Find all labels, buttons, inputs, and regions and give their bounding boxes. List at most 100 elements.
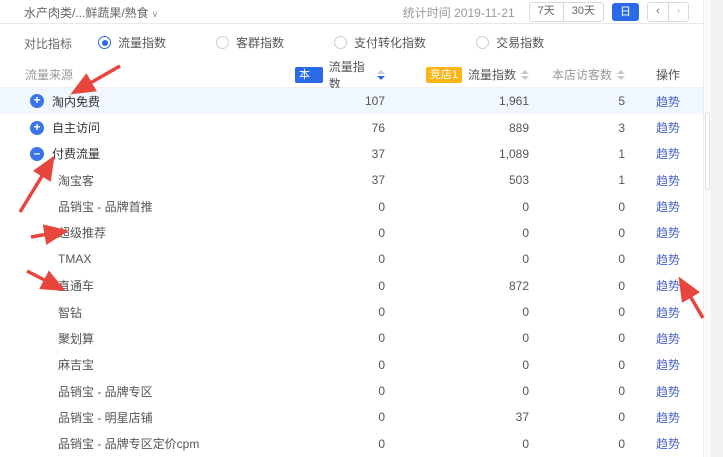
trend-link[interactable]: 趋势 [656, 224, 680, 241]
table-header: 流量来源 本店 流量指数 竞店1 流量指数 本店访客数 操作 [0, 62, 711, 88]
own-index-cell: 76 [295, 121, 385, 135]
visitors-cell: 0 [529, 331, 625, 345]
table-row: 麻吉宝000趋势 [0, 352, 711, 378]
own-index-cell: 0 [295, 252, 385, 266]
own-index-cell: 0 [295, 358, 385, 372]
operation-cell: 趋势 [625, 198, 711, 215]
compare-options: 流量指数 客群指数 支付转化指数 交易指数 [98, 34, 594, 52]
prev-day-button[interactable]: ‹ [648, 3, 668, 21]
table-row: TMAX000趋势 [0, 246, 711, 272]
compare-option-label: 交易指数 [496, 34, 544, 51]
trend-link[interactable]: 趋势 [656, 93, 680, 110]
operation-cell: 趋势 [625, 172, 711, 189]
compare-option-1[interactable]: 客群指数 [216, 34, 284, 51]
table-row: 直通车08720趋势 [0, 273, 711, 299]
compare-option-label: 客群指数 [236, 34, 284, 51]
category-label: 水产肉类/...鲜蔬果/熟食 [24, 6, 149, 20]
source-cell: 智钻 [0, 304, 295, 321]
table-row: +自主访问768893趋势 [0, 114, 711, 140]
operation-cell: 趋势 [625, 383, 711, 400]
source-label: TMAX [58, 252, 91, 266]
visitors-cell: 0 [529, 437, 625, 451]
trend-link[interactable]: 趋势 [656, 304, 680, 321]
own-index-cell: 0 [295, 279, 385, 293]
source-label: 麻吉宝 [58, 356, 94, 373]
compare-option-label: 支付转化指数 [354, 34, 426, 51]
sort-own-index[interactable] [377, 70, 385, 80]
visitors-cell: 0 [529, 410, 625, 424]
source-cell: +自主访问 [0, 119, 295, 136]
operation-cell: 趋势 [625, 93, 711, 110]
table-row: 品销宝 - 品牌首推000趋势 [0, 193, 711, 219]
trend-link[interactable]: 趋势 [656, 356, 680, 373]
source-label: 品销宝 - 品牌专区定价cpm [58, 435, 199, 452]
trend-link[interactable]: 趋势 [656, 251, 680, 268]
range-day-button[interactable]: 日 [612, 3, 639, 21]
range-30d-button[interactable]: 30天 [563, 3, 603, 21]
topbar: 水产肉类/...鲜蔬果/熟食∨ 统计时间 2019-11-21 7天 30天 日… [0, 0, 711, 24]
visitors-cell: 1 [529, 173, 625, 187]
comp-index-cell: 0 [385, 331, 529, 345]
expand-icon[interactable]: + [30, 121, 44, 135]
collapse-icon[interactable]: – [30, 147, 44, 161]
own-index-cell: 37 [295, 173, 385, 187]
source-cell: 聚划算 [0, 330, 295, 347]
table-row: –付费流量371,0891趋势 [0, 141, 711, 167]
sort-comp-index[interactable] [521, 70, 529, 80]
column-header-visitors: 本店访客数 [529, 66, 625, 83]
comp-index-label: 流量指数 [468, 66, 516, 83]
own-index-cell: 0 [295, 226, 385, 240]
source-cell: TMAX [0, 252, 295, 266]
trend-link[interactable]: 趋势 [656, 172, 680, 189]
operation-cell: 趋势 [625, 330, 711, 347]
radio-icon [98, 36, 111, 49]
operation-cell: 趋势 [625, 277, 711, 294]
operation-cell: 趋势 [625, 145, 711, 162]
range-7d-button[interactable]: 7天 [530, 3, 563, 21]
table-row: 品销宝 - 明星店铺0370趋势 [0, 404, 711, 430]
category-selector[interactable]: 水产肉类/...鲜蔬果/熟食∨ [24, 4, 158, 21]
range-button-group: 7天 30天 [529, 2, 604, 22]
trend-link[interactable]: 趋势 [656, 435, 680, 452]
table-row: 品销宝 - 品牌专区000趋势 [0, 378, 711, 404]
date-controls: 统计时间 2019-11-21 7天 30天 日 ‹ › [403, 2, 697, 22]
table-row: 聚划算000趋势 [0, 325, 711, 351]
source-cell: 超级推荐 [0, 224, 295, 241]
source-label: 淘宝客 [58, 172, 94, 189]
source-label: 智钻 [58, 304, 82, 321]
comp-index-cell: 0 [385, 437, 529, 451]
trend-link[interactable]: 趋势 [656, 198, 680, 215]
compare-option-3[interactable]: 交易指数 [476, 34, 544, 51]
compare-option-2[interactable]: 支付转化指数 [334, 34, 426, 51]
trend-link[interactable]: 趋势 [656, 383, 680, 400]
radio-icon [476, 36, 489, 49]
source-cell: 直通车 [0, 277, 295, 294]
trend-link[interactable]: 趋势 [656, 409, 680, 426]
column-header-comp-index: 竞店1 流量指数 [385, 66, 529, 83]
next-day-button[interactable]: › [668, 3, 688, 21]
source-label: 品销宝 - 品牌专区 [58, 383, 153, 400]
trend-link[interactable]: 趋势 [656, 330, 680, 347]
own-index-cell: 107 [295, 94, 385, 108]
scrollbar-thumb[interactable] [705, 112, 710, 190]
source-cell: +淘内免费 [0, 93, 295, 110]
compare-option-0[interactable]: 流量指数 [98, 34, 166, 51]
comp-index-cell: 0 [385, 358, 529, 372]
radio-icon [334, 36, 347, 49]
compare-indicator-row: 对比指标 流量指数客群指数支付转化指数交易指数 [0, 24, 723, 62]
comp-index-cell: 503 [385, 173, 529, 187]
operation-cell: 趋势 [625, 224, 711, 241]
trend-link[interactable]: 趋势 [656, 119, 680, 136]
trend-link[interactable]: 趋势 [656, 145, 680, 162]
visitors-cell: 1 [529, 147, 625, 161]
source-label: 聚划算 [58, 330, 94, 347]
visitors-cell: 0 [529, 305, 625, 319]
trend-link[interactable]: 趋势 [656, 277, 680, 294]
vertical-scrollbar[interactable] [703, 0, 711, 457]
visitors-cell: 0 [529, 384, 625, 398]
operation-cell: 趋势 [625, 119, 711, 136]
expand-icon[interactable]: + [30, 94, 44, 108]
compare-option-label: 流量指数 [118, 34, 166, 51]
page: 水产肉类/...鲜蔬果/熟食∨ 统计时间 2019-11-21 7天 30天 日… [0, 0, 723, 457]
sort-visitors[interactable] [617, 70, 625, 80]
